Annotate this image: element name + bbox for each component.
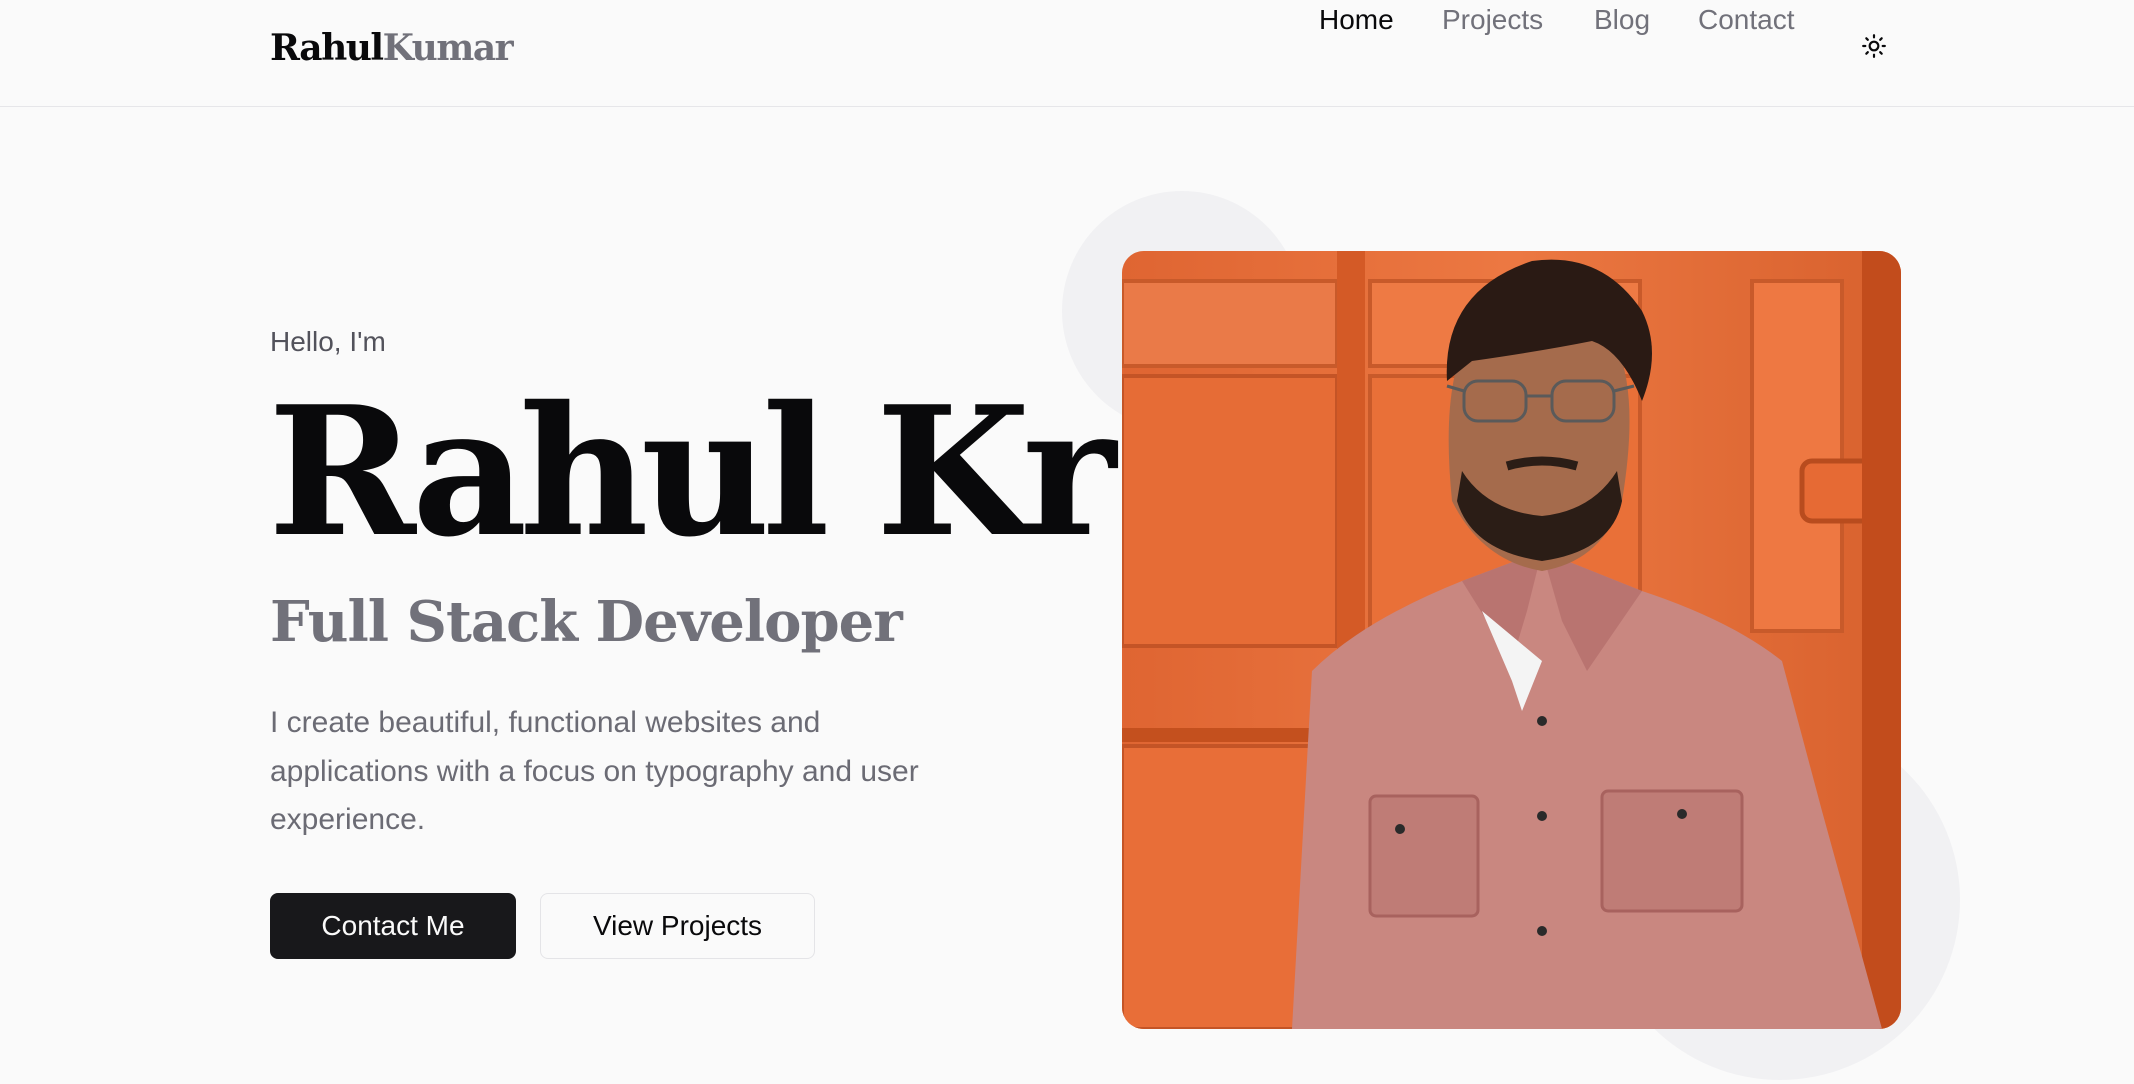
site-logo[interactable]: RahulKumar: [270, 26, 514, 70]
portrait-illustration: [1122, 251, 1901, 1029]
nav-item-projects[interactable]: Projects: [1442, 0, 1543, 40]
profile-photo: [1122, 251, 1901, 1029]
logo-first-name: Rahul: [270, 27, 384, 69]
nav-item-blog[interactable]: Blog: [1594, 0, 1650, 40]
sun-icon: [1862, 34, 1886, 58]
nav-item-contact[interactable]: Contact: [1698, 0, 1795, 40]
hero-role: Full Stack Developer: [270, 589, 903, 655]
theme-toggle-button[interactable]: [1856, 28, 1892, 64]
hero-greeting: Hello, I'm: [270, 326, 386, 357]
hero-name: Rahul Kr: [268, 367, 1116, 576]
contact-me-button[interactable]: Contact Me: [270, 893, 516, 959]
site-header: RahulKumar Home Projects Blog Contact: [0, 0, 2134, 107]
nav-item-home[interactable]: Home: [1319, 0, 1394, 40]
view-projects-button[interactable]: View Projects: [540, 893, 815, 959]
hero-description: I create beautiful, functional websites …: [270, 706, 919, 836]
logo-last-name: Kumar: [382, 27, 514, 69]
